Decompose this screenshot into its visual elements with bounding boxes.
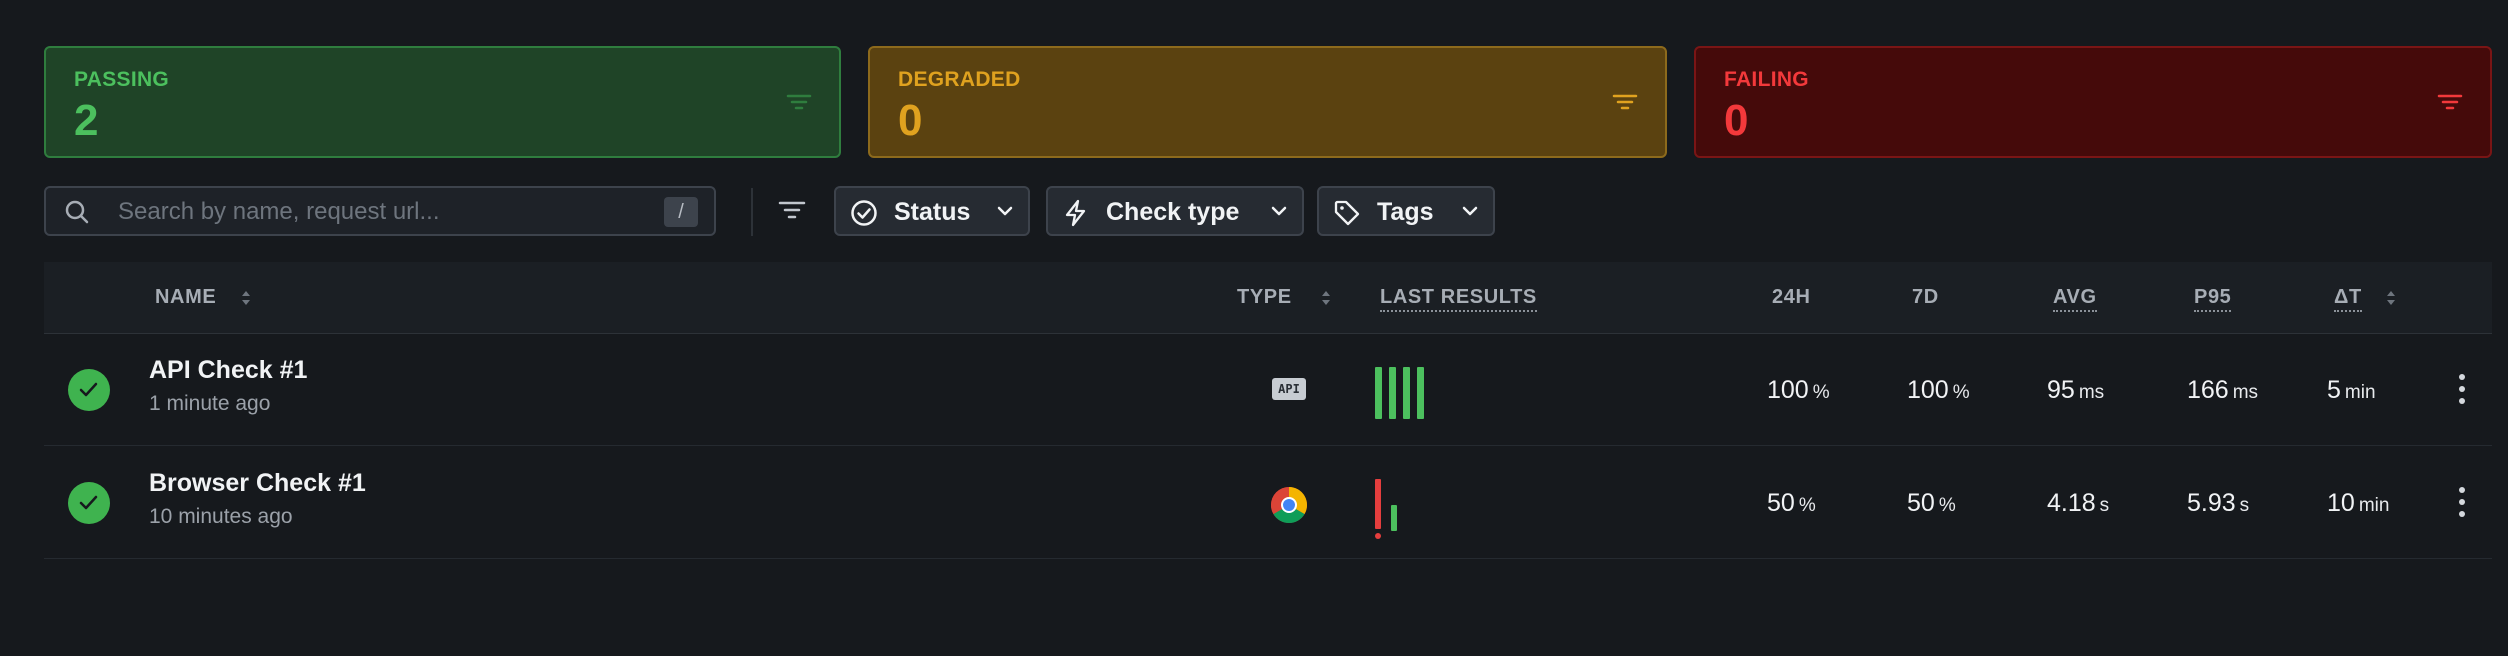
table-header: NAME TYPE LAST RESULTS 24H 7D AVG P95 ΔT <box>44 262 2492 334</box>
result-bar-pass[interactable] <box>1403 367 1410 419</box>
check-interval: 10 min <box>2327 489 2390 517</box>
status-filter-button[interactable]: Status <box>834 186 1030 236</box>
failing-count: 0 <box>1724 96 1749 145</box>
column-7d-header: 7D <box>1912 286 1939 308</box>
p95-response: 5.93 s <box>2187 489 2250 517</box>
tags-filter-button[interactable]: Tags <box>1317 186 1495 236</box>
filter-icon[interactable] <box>785 90 813 114</box>
passing-card[interactable]: PASSING 2 <box>44 46 841 158</box>
check-last-run: 1 minute ago <box>149 392 271 415</box>
result-bar-pass[interactable] <box>1375 367 1382 419</box>
check-name[interactable]: Browser Check #1 <box>149 469 366 498</box>
table-row[interactable]: Browser Check #1 10 minutes ago 50% 50% … <box>44 447 2492 559</box>
uptime-7d: 50% <box>1907 489 1956 517</box>
lightning-icon <box>1065 199 1086 227</box>
chrome-icon <box>1271 487 1308 524</box>
tag-icon <box>1334 200 1360 226</box>
result-bar-pass[interactable] <box>1417 367 1424 419</box>
kebab-icon[interactable] <box>2458 373 2466 405</box>
passing-label: PASSING <box>74 68 170 91</box>
check-interval: 5 min <box>2327 376 2376 404</box>
status-passing-icon <box>68 369 110 411</box>
column-last-results-header: LAST RESULTS <box>1380 286 1537 312</box>
degraded-card[interactable]: DEGRADED 0 <box>868 46 1667 158</box>
avg-response: 95 ms <box>2047 376 2105 404</box>
filter-icon[interactable] <box>2436 90 2464 114</box>
uptime-24h: 50% <box>1767 489 1816 517</box>
filter-icon[interactable] <box>776 198 808 222</box>
check-type-filter-button[interactable]: Check type <box>1046 186 1304 236</box>
failing-label: FAILING <box>1724 68 1809 91</box>
check-name[interactable]: API Check #1 <box>149 356 307 385</box>
failing-card[interactable]: FAILING 0 <box>1694 46 2492 158</box>
filter-icon[interactable] <box>1611 90 1639 114</box>
result-bar-pass[interactable] <box>1391 505 1397 531</box>
column-p95-header: P95 <box>2194 286 2232 312</box>
p95-response: 166 ms <box>2187 376 2259 404</box>
chevron-down-icon <box>1462 206 1478 216</box>
status-passing-icon <box>68 482 110 524</box>
sort-icon[interactable] <box>2384 286 2398 310</box>
sort-icon[interactable] <box>239 286 253 310</box>
column-name-header[interactable]: NAME <box>155 286 216 309</box>
column-dt-header[interactable]: ΔT <box>2334 286 2362 312</box>
sort-icon[interactable] <box>1319 286 1333 310</box>
result-bar-fail[interactable] <box>1375 479 1381 529</box>
search-shortcut-key: / <box>664 197 698 227</box>
check-circle-icon <box>851 200 877 226</box>
chevron-down-icon <box>997 206 1013 216</box>
result-fail-marker <box>1375 533 1381 539</box>
uptime-7d: 100% <box>1907 376 1970 404</box>
check-last-run: 10 minutes ago <box>149 505 293 528</box>
uptime-24h: 100% <box>1767 376 1830 404</box>
search-box: / <box>44 186 716 236</box>
avg-response: 4.18 s <box>2047 489 2110 517</box>
result-bar-pass[interactable] <box>1389 367 1396 419</box>
passing-count: 2 <box>74 96 99 145</box>
api-icon: API <box>1272 378 1306 400</box>
degraded-count: 0 <box>898 96 923 145</box>
toolbar-divider <box>751 188 753 236</box>
search-input[interactable] <box>116 194 680 230</box>
column-type-header[interactable]: TYPE <box>1237 286 1292 309</box>
tags-filter-label: Tags <box>1377 198 1434 226</box>
check-type-filter-label: Check type <box>1106 198 1240 226</box>
column-avg-header: AVG <box>2053 286 2097 312</box>
chevron-down-icon <box>1271 206 1287 216</box>
kebab-icon[interactable] <box>2458 486 2466 518</box>
column-24h-header: 24H <box>1772 286 1811 308</box>
table-row[interactable]: API Check #1 1 minute ago API 100% 100% … <box>44 334 2492 446</box>
degraded-label: DEGRADED <box>898 68 1021 91</box>
status-filter-label: Status <box>894 198 971 226</box>
search-icon <box>65 200 89 224</box>
